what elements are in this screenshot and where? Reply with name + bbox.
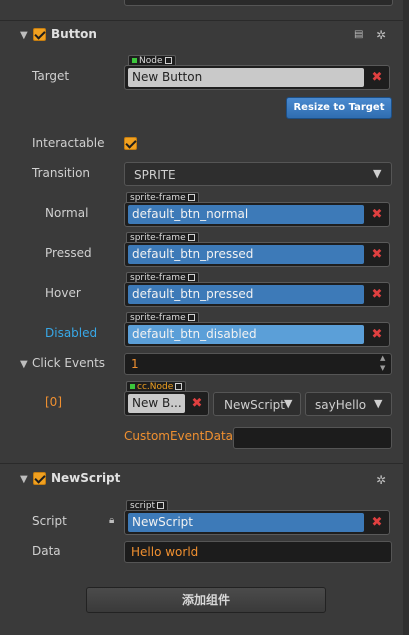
clear-script-icon[interactable]: ✖: [368, 513, 386, 532]
gear-icon[interactable]: ✲: [376, 473, 386, 487]
event-handler-value: sayHello: [315, 398, 367, 412]
transition-label: Transition: [32, 166, 91, 180]
clear-target-icon[interactable]: ✖: [368, 68, 386, 87]
clear-pressed-icon[interactable]: ✖: [368, 245, 386, 264]
stepper-arrows-icon[interactable]: ▲ ▼: [380, 353, 385, 373]
lock-icon: 🔒︎: [109, 515, 115, 526]
scrollbar-track[interactable]: [403, 0, 409, 635]
disabled-label: Disabled: [45, 326, 98, 340]
button-enabled-checkbox[interactable]: [33, 28, 46, 41]
disabled-sprite-value: default_btn_disabled: [128, 325, 364, 344]
add-component-button[interactable]: 添加组件: [86, 587, 326, 613]
transition-value: SPRITE: [134, 168, 176, 182]
interactable-checkbox[interactable]: [124, 137, 137, 150]
hover-label: Hover: [45, 286, 81, 300]
newscript-section-title: NewScript: [51, 471, 121, 485]
clear-hover-icon[interactable]: ✖: [368, 285, 386, 304]
expand-arrow-icon[interactable]: ▼: [20, 359, 28, 370]
chevron-down-icon: ▼: [373, 167, 382, 180]
collapse-arrow-icon[interactable]: ▼: [20, 474, 28, 485]
custom-event-data-label: CustomEventData: [124, 429, 234, 443]
event-component-select[interactable]: NewScript ▼: [213, 392, 301, 416]
normal-label: Normal: [45, 206, 89, 220]
event-node-field[interactable]: New B... ✖: [124, 391, 209, 416]
gear-icon[interactable]: ✲: [376, 28, 386, 42]
event-component-value: NewScript: [224, 398, 285, 412]
button-section-title: Button: [51, 27, 97, 41]
target-field[interactable]: New Button ✖: [124, 65, 390, 90]
disabled-sprite-field[interactable]: default_btn_disabled ✖: [124, 322, 390, 347]
interactable-label: Interactable: [32, 136, 105, 150]
pressed-label: Pressed: [45, 246, 92, 260]
section-divider: [0, 20, 409, 21]
script-field[interactable]: NewScript ✖: [124, 510, 390, 535]
clear-event-node-icon[interactable]: ✖: [188, 394, 206, 413]
normal-sprite-value: default_btn_normal: [128, 205, 364, 224]
event-node-value: New B...: [128, 394, 185, 413]
custom-event-data-input[interactable]: [233, 427, 392, 449]
pressed-sprite-value: default_btn_pressed: [128, 245, 364, 264]
chevron-down-icon: ▼: [374, 397, 383, 410]
event-handler-select[interactable]: sayHello ▼: [305, 392, 392, 416]
transition-select[interactable]: SPRITE ▼: [124, 162, 392, 186]
help-book-icon[interactable]: ▤: [354, 29, 363, 40]
resize-to-target-button[interactable]: Resize to Target: [286, 97, 392, 119]
previous-component-field: [124, 0, 393, 6]
target-value: New Button: [128, 68, 364, 87]
collapse-arrow-icon[interactable]: ▼: [20, 30, 28, 41]
clear-normal-icon[interactable]: ✖: [368, 205, 386, 224]
event-index-label: [0]: [45, 395, 62, 409]
clear-disabled-icon[interactable]: ✖: [368, 325, 386, 344]
click-events-label: Click Events: [32, 356, 106, 370]
data-label: Data: [32, 544, 61, 558]
script-value: NewScript: [128, 513, 364, 532]
section-divider: [0, 463, 409, 464]
newscript-enabled-checkbox[interactable]: [33, 472, 46, 485]
pressed-sprite-field[interactable]: default_btn_pressed ✖: [124, 242, 390, 267]
hover-sprite-field[interactable]: default_btn_pressed ✖: [124, 282, 390, 307]
hover-sprite-value: default_btn_pressed: [128, 285, 364, 304]
click-events-count-input[interactable]: 1: [124, 353, 392, 375]
data-input[interactable]: Hello world: [124, 541, 392, 563]
normal-sprite-field[interactable]: default_btn_normal ✖: [124, 202, 390, 227]
target-label: Target: [32, 69, 70, 83]
chevron-down-icon: ▼: [284, 397, 293, 410]
script-label: Script: [32, 514, 67, 528]
